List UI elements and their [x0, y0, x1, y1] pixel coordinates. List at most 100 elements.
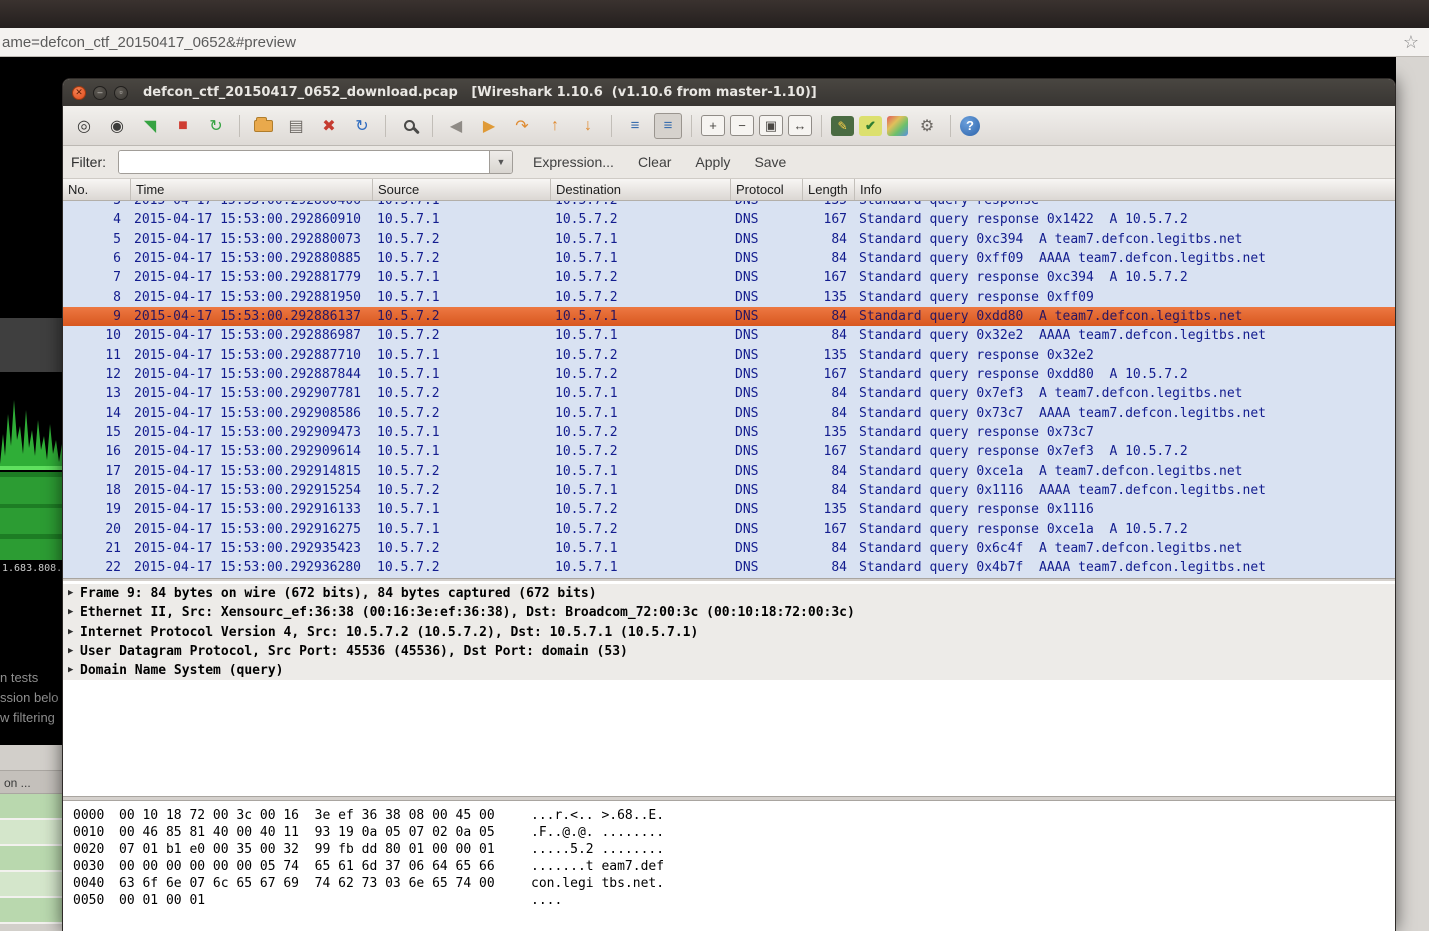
packet-row[interactable]: 21 2015-04-17 15:53:00.292935423 10.5.7.… — [63, 539, 1395, 558]
expander-icon[interactable]: ▶ — [68, 584, 80, 603]
packet-row[interactable]: 19 2015-04-17 15:53:00.292916133 10.5.7.… — [63, 500, 1395, 519]
packet-row[interactable]: 3 2015-04-17 15:53:00.292860406 10.5.7.1… — [63, 201, 1395, 210]
capture-stop-icon[interactable]: ■ — [169, 113, 197, 139]
display-filter-icon[interactable]: ✔ — [859, 116, 882, 136]
packet-row[interactable]: 18 2015-04-17 15:53:00.292915254 10.5.7.… — [63, 481, 1395, 500]
browser-address-bar[interactable]: ame=defcon_ctf_20150417_0652&#preview ☆ — [0, 28, 1429, 57]
clear-button[interactable]: Clear — [632, 151, 677, 173]
apply-button[interactable]: Apply — [689, 151, 736, 173]
zoom-100-icon[interactable]: ▣ — [759, 115, 783, 136]
packet-row[interactable]: 11 2015-04-17 15:53:00.292887710 10.5.7.… — [63, 346, 1395, 365]
auto-scroll-icon[interactable]: ≡ — [654, 113, 682, 139]
save-button[interactable]: Save — [748, 151, 792, 173]
column-destination[interactable]: Destination — [551, 179, 731, 200]
file-save-icon[interactable]: ▤ — [282, 113, 310, 139]
hex-row[interactable]: 005000 01 00 01.... — [73, 892, 1395, 909]
bg-text: w filtering — [0, 708, 62, 728]
hex-row[interactable]: 002007 01 b1 e0 00 35 00 32 99 fb dd 80 … — [73, 841, 1395, 858]
expression-button[interactable]: Expression... — [527, 151, 620, 173]
go-to-top-icon[interactable]: ↑ — [541, 113, 569, 139]
cell-length: 135 — [803, 423, 855, 442]
filter-input[interactable] — [119, 151, 489, 173]
cell-source: 10.5.7.2 — [373, 230, 551, 249]
packet-row[interactable]: 22 2015-04-17 15:53:00.292936280 10.5.7.… — [63, 558, 1395, 577]
cell-info: Standard query 0xc394 A team7.defcon.leg… — [855, 230, 1395, 249]
packet-row[interactable]: 5 2015-04-17 15:53:00.292880073 10.5.7.2… — [63, 230, 1395, 249]
cell-destination: 10.5.7.2 — [551, 288, 731, 307]
go-forward-icon[interactable]: ▶ — [475, 113, 503, 139]
cell-time: 2015-04-17 15:53:00.292887710 — [131, 346, 373, 365]
packet-row[interactable]: 16 2015-04-17 15:53:00.292909614 10.5.7.… — [63, 442, 1395, 461]
window-maximize-button[interactable]: ▫ — [114, 86, 128, 100]
hex-row[interactable]: 004063 6f 6e 07 6c 65 67 69 74 62 73 03 … — [73, 875, 1395, 892]
address-text[interactable]: ame=defcon_ctf_20150417_0652&#preview — [0, 34, 1393, 51]
packet-row[interactable]: 12 2015-04-17 15:53:00.292887844 10.5.7.… — [63, 365, 1395, 384]
window-titlebar[interactable]: ✕ – ▫ defcon_ctf_20150417_0652_download.… — [63, 79, 1395, 106]
expander-icon[interactable]: ▶ — [68, 603, 80, 622]
cell-destination: 10.5.7.1 — [551, 481, 731, 500]
go-to-bottom-icon[interactable]: ↓ — [574, 113, 602, 139]
find-packet-icon[interactable] — [395, 113, 423, 139]
preferences-icon[interactable]: ⚙ — [913, 113, 941, 139]
window-close-button[interactable]: ✕ — [72, 86, 86, 100]
cell-info: Standard query response 0x7ef3 A 10.5.7.… — [855, 442, 1395, 461]
capture-interfaces-icon[interactable]: ◎ — [70, 113, 98, 139]
packet-row[interactable]: 6 2015-04-17 15:53:00.292880885 10.5.7.2… — [63, 249, 1395, 268]
hex-row[interactable]: 003000 00 00 00 00 00 05 74 65 61 6d 37 … — [73, 858, 1395, 875]
capture-restart-icon[interactable]: ↻ — [202, 113, 230, 139]
detail-row[interactable]: ▶Ethernet II, Src: Xensourc_ef:36:38 (00… — [63, 603, 1395, 622]
detail-row[interactable]: ▶Domain Name System (query) — [63, 661, 1395, 680]
column-protocol[interactable]: Protocol — [731, 179, 803, 200]
bookmark-star-icon[interactable]: ☆ — [1393, 32, 1429, 53]
cell-time: 2015-04-17 15:53:00.292880885 — [131, 249, 373, 268]
help-icon[interactable]: ? — [960, 116, 980, 136]
cell-source: 10.5.7.2 — [373, 384, 551, 403]
colorize-list-icon[interactable]: ≡ — [621, 113, 649, 139]
column-time[interactable]: Time — [131, 179, 373, 200]
reload-icon[interactable]: ↻ — [348, 113, 376, 139]
coloring-rules-icon[interactable] — [887, 116, 908, 136]
file-close-icon[interactable]: ✖ — [315, 113, 343, 139]
expander-icon[interactable]: ▶ — [68, 623, 80, 642]
cell-length: 84 — [803, 249, 855, 268]
packet-row[interactable]: 15 2015-04-17 15:53:00.292909473 10.5.7.… — [63, 423, 1395, 442]
detail-row[interactable]: ▶Frame 9: 84 bytes on wire (672 bits), 8… — [63, 584, 1395, 603]
packet-row[interactable]: 10 2015-04-17 15:53:00.292886987 10.5.7.… — [63, 326, 1395, 345]
detail-text: Internet Protocol Version 4, Src: 10.5.7… — [80, 623, 698, 642]
column-info[interactable]: Info — [855, 179, 1395, 200]
cell-protocol: DNS — [731, 500, 803, 519]
zoom-in-icon[interactable]: + — [701, 115, 725, 136]
capture-start-icon[interactable]: ◥ — [136, 113, 164, 139]
expander-icon[interactable]: ▶ — [68, 642, 80, 661]
detail-row[interactable]: ▶Internet Protocol Version 4, Src: 10.5.… — [63, 623, 1395, 642]
go-back-icon[interactable]: ◀ — [442, 113, 470, 139]
zoom-out-icon[interactable]: − — [730, 115, 754, 136]
column-length[interactable]: Length — [803, 179, 855, 200]
column-no[interactable]: No. — [63, 179, 131, 200]
expander-icon[interactable]: ▶ — [68, 661, 80, 680]
cell-source: 10.5.7.2 — [373, 481, 551, 500]
hex-row[interactable]: 000000 10 18 72 00 3c 00 16 3e ef 36 38 … — [73, 807, 1395, 824]
packet-row[interactable]: 4 2015-04-17 15:53:00.292860910 10.5.7.1… — [63, 210, 1395, 229]
packet-row[interactable]: 7 2015-04-17 15:53:00.292881779 10.5.7.1… — [63, 268, 1395, 287]
bg-table-label: on ... — [0, 770, 62, 794]
packet-row[interactable]: 14 2015-04-17 15:53:00.292908586 10.5.7.… — [63, 404, 1395, 423]
filter-dropdown-button[interactable]: ▼ — [489, 151, 512, 173]
packet-row[interactable]: 9 2015-04-17 15:53:00.292886137 10.5.7.2… — [63, 307, 1395, 326]
capture-options-icon[interactable]: ◉ — [103, 113, 131, 139]
window-minimize-button[interactable]: – — [93, 86, 107, 100]
capture-filter-icon[interactable]: ✎ — [831, 116, 854, 136]
go-to-packet-icon[interactable]: ↷ — [508, 113, 536, 139]
resize-columns-icon[interactable]: ↔ — [788, 115, 812, 136]
file-open-icon[interactable] — [249, 113, 277, 139]
cell-destination: 10.5.7.2 — [551, 346, 731, 365]
hex-row[interactable]: 001000 46 85 81 40 00 40 11 93 19 0a 05 … — [73, 824, 1395, 841]
packet-row[interactable]: 17 2015-04-17 15:53:00.292914815 10.5.7.… — [63, 462, 1395, 481]
column-source[interactable]: Source — [373, 179, 551, 200]
cell-protocol: DNS — [731, 326, 803, 345]
detail-row[interactable]: ▶User Datagram Protocol, Src Port: 45536… — [63, 642, 1395, 661]
cell-time: 2015-04-17 15:53:00.292881950 — [131, 288, 373, 307]
packet-row[interactable]: 8 2015-04-17 15:53:00.292881950 10.5.7.1… — [63, 288, 1395, 307]
packet-row[interactable]: 13 2015-04-17 15:53:00.292907781 10.5.7.… — [63, 384, 1395, 403]
packet-row[interactable]: 20 2015-04-17 15:53:00.292916275 10.5.7.… — [63, 520, 1395, 539]
